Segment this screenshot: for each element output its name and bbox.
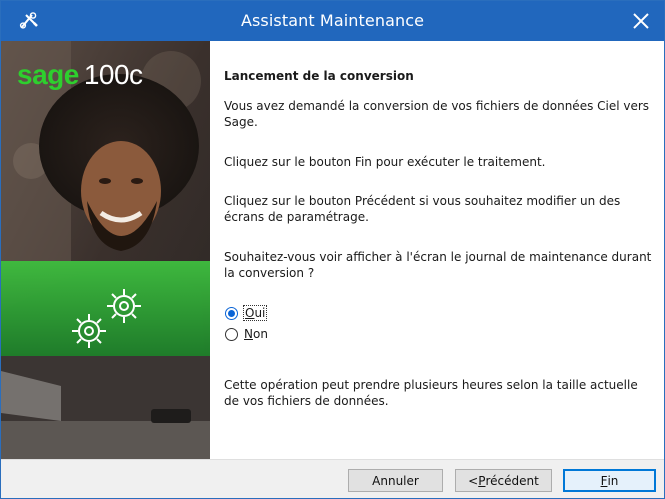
side-banner-image: sage 100c — [1, 41, 210, 459]
dialog-window: Assistant Maintenance sage 100c Lancemen… — [0, 0, 665, 499]
back-instruction-text: Cliquez sur le bouton Précédent si vous … — [224, 194, 621, 224]
logo-part-2: 100c — [83, 59, 143, 90]
journal-question-text: Souhaitez-vous voir afficher à l'écran l… — [224, 250, 652, 280]
finish-button[interactable]: Fin — [563, 469, 656, 492]
radio-label-yes: Oui — [242, 305, 268, 321]
window-title: Assistant Maintenance — [240, 11, 425, 30]
page-heading: Lancement de la conversion — [224, 69, 414, 83]
button-bar: Annuler < Précédent Fin — [1, 459, 664, 498]
logo-part-1: sage — [17, 59, 79, 90]
cancel-button[interactable]: Annuler — [348, 469, 443, 492]
radio-option-yes[interactable]: Oui — [225, 305, 268, 321]
title-bar: Assistant Maintenance — [1, 1, 664, 41]
product-logo: sage 100c — [17, 61, 143, 89]
finish-instruction-text: Cliquez sur le bouton Fin pour exécuter … — [224, 155, 546, 169]
radio-selected-icon[interactable] — [225, 306, 238, 320]
radio-unselected-icon[interactable] — [225, 327, 238, 341]
close-icon — [633, 13, 649, 29]
radio-option-no[interactable]: Non — [225, 327, 268, 341]
duration-warning-text: Cette opération peut prendre plusieurs h… — [224, 378, 638, 408]
radio-label-no: Non — [244, 327, 268, 341]
close-button[interactable] — [618, 1, 664, 41]
back-button[interactable]: < Précédent — [455, 469, 552, 492]
intro-text: Vous avez demandé la conversion de vos f… — [224, 99, 650, 129]
